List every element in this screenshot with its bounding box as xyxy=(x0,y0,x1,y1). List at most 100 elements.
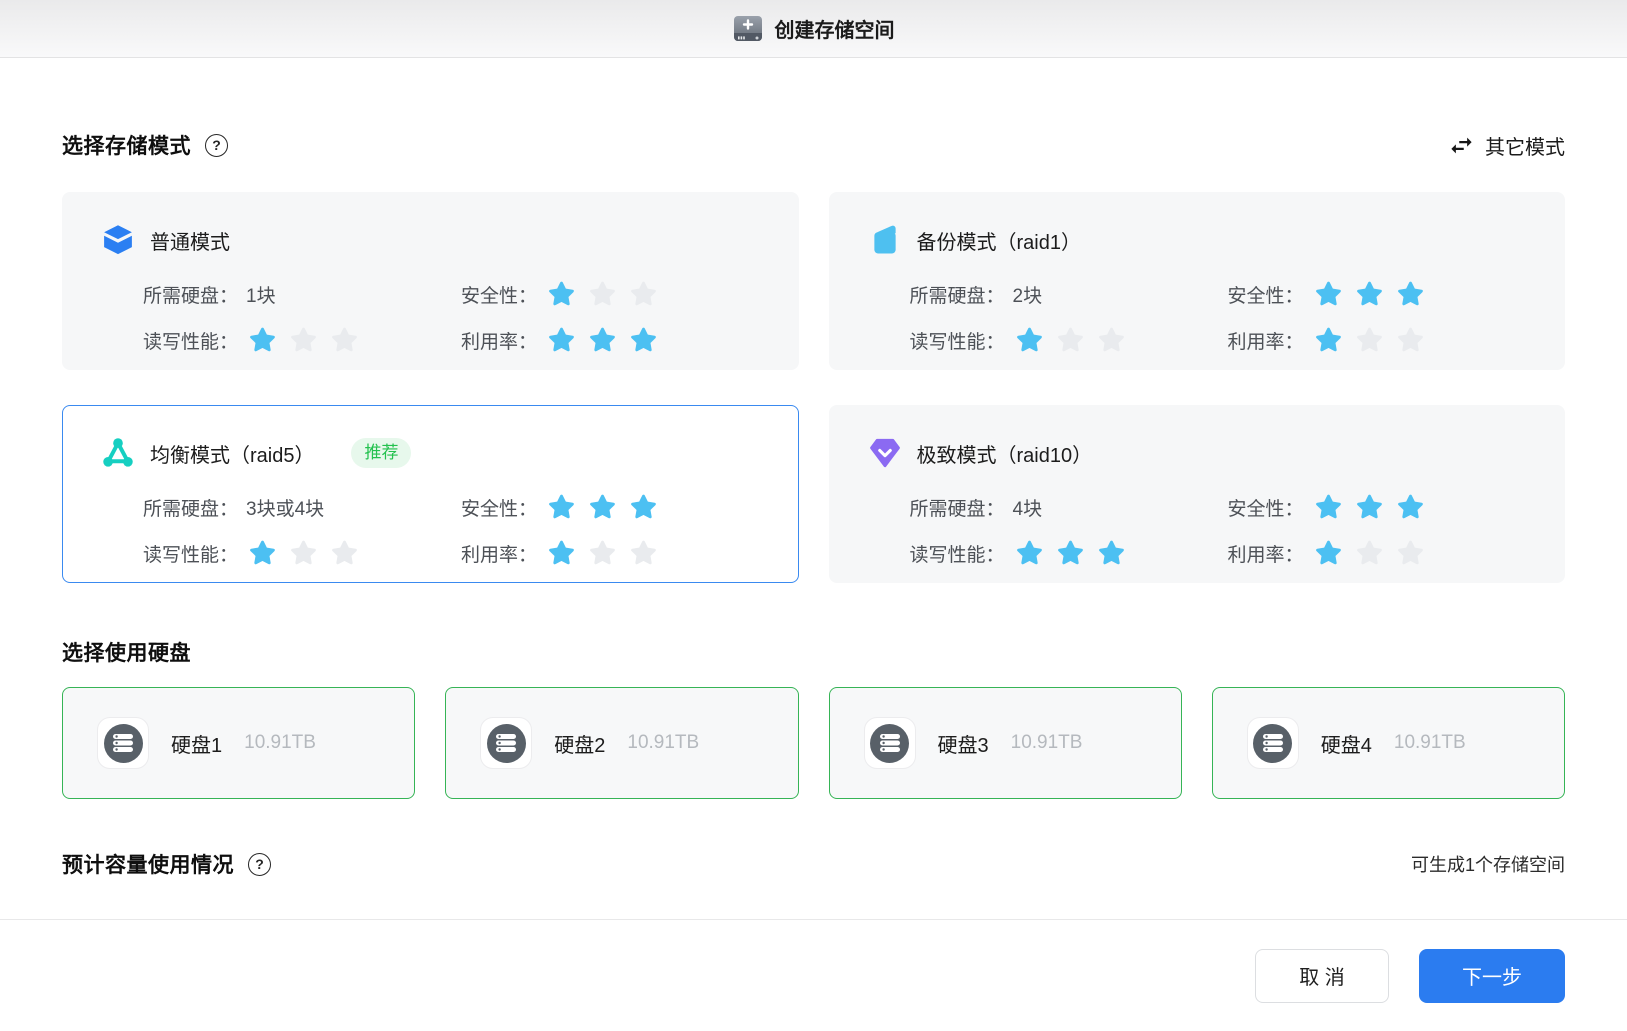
security-label: 安全性： xyxy=(461,498,538,520)
disk-card-1[interactable]: 硬盘1 10.91TB xyxy=(62,687,416,799)
dialog-footer: 取 消 下一步 xyxy=(0,919,1627,1031)
mode-title: 备份模式（raid1） xyxy=(916,231,1081,254)
cube-icon xyxy=(101,223,135,257)
create-storage-dialog: 创建存储空间 选择存储模式 ? 其它模式 普通模式 所需硬盘： 1块 安全性： … xyxy=(0,0,1627,1031)
gem-icon xyxy=(868,436,902,470)
utilization-label: 利用率： xyxy=(461,544,538,566)
star-icon xyxy=(547,280,576,308)
utilization-rating-stars xyxy=(1314,539,1425,567)
next-button[interactable]: 下一步 xyxy=(1419,948,1565,1003)
star-icon xyxy=(547,493,576,521)
disks-section-header: 选择使用硬盘 xyxy=(62,637,1565,667)
star-icon xyxy=(1097,539,1126,567)
star-icon xyxy=(1396,493,1425,521)
utilization-rating-stars xyxy=(547,326,658,354)
star-icon xyxy=(588,326,617,354)
star-icon xyxy=(1355,280,1384,308)
security-label: 安全性： xyxy=(1227,285,1304,307)
performance-label: 读写性能： xyxy=(909,544,1005,566)
star-icon xyxy=(1314,539,1343,567)
star-icon xyxy=(248,539,277,567)
mode-card-extreme-raid10[interactable]: 极致模式（raid10） 所需硬盘： 4块 安全性： 读写性能： 利用率： xyxy=(828,405,1565,583)
star-icon xyxy=(1015,326,1044,354)
star-icon xyxy=(330,326,359,354)
disk-size: 10.91TB xyxy=(1393,732,1466,753)
recommended-badge: 推荐 xyxy=(351,438,412,468)
star-icon xyxy=(1355,539,1384,567)
utilization-rating-stars xyxy=(547,539,658,567)
star-icon xyxy=(1314,280,1343,308)
disk-name: 硬盘4 xyxy=(1320,734,1372,757)
mode-title: 极致模式（raid10） xyxy=(916,444,1093,467)
security-rating-stars xyxy=(547,280,658,308)
disk-size: 10.91TB xyxy=(1010,732,1083,753)
disk-icon xyxy=(863,717,916,769)
help-icon[interactable]: ? xyxy=(248,852,271,876)
other-modes-button[interactable]: 其它模式 xyxy=(1448,131,1565,160)
other-modes-label: 其它模式 xyxy=(1485,136,1565,159)
dialog-title: 创建存储空间 xyxy=(774,20,895,42)
disk-cards: 硬盘1 10.91TB 硬盘2 10.91TB 硬盘3 10.91TB 硬盘4 … xyxy=(62,687,1565,799)
disk-card-3[interactable]: 硬盘3 10.91TB xyxy=(828,687,1182,799)
disks-label: 所需硬盘： xyxy=(909,498,1005,520)
help-icon[interactable]: ? xyxy=(205,133,228,157)
disks-value: 4块 xyxy=(1012,498,1043,520)
star-icon xyxy=(1355,326,1384,354)
disk-icon xyxy=(97,717,149,769)
copy-icon xyxy=(868,223,902,257)
star-icon xyxy=(1396,280,1425,308)
drive-add-icon xyxy=(733,15,763,43)
network-icon xyxy=(101,436,135,470)
star-icon xyxy=(1396,326,1425,354)
star-icon xyxy=(248,326,277,354)
security-rating-stars xyxy=(547,493,658,521)
disk-name: 硬盘1 xyxy=(171,734,223,757)
star-icon xyxy=(1056,539,1085,567)
star-icon xyxy=(1314,493,1343,521)
disk-size: 10.91TB xyxy=(627,732,700,753)
star-icon xyxy=(588,539,617,567)
swap-icon xyxy=(1448,132,1475,159)
utilization-label: 利用率： xyxy=(1227,544,1304,566)
modes-section-title: 选择存储模式 xyxy=(62,135,191,158)
star-icon xyxy=(1056,326,1085,354)
star-icon xyxy=(629,326,658,354)
capacity-section-title: 预计容量使用情况 xyxy=(62,854,234,877)
security-label: 安全性： xyxy=(461,285,538,307)
disks-section-title: 选择使用硬盘 xyxy=(62,642,191,665)
security-rating-stars xyxy=(1314,280,1425,308)
utilization-rating-stars xyxy=(1314,326,1425,354)
disk-card-2[interactable]: 硬盘2 10.91TB xyxy=(445,687,799,799)
mode-card-backup-raid1[interactable]: 备份模式（raid1） 所需硬盘： 2块 安全性： 读写性能： 利用率： xyxy=(828,192,1565,370)
security-label: 安全性： xyxy=(1227,498,1304,520)
star-icon xyxy=(588,280,617,308)
star-icon xyxy=(289,539,318,567)
star-icon xyxy=(547,326,576,354)
disks-label: 所需硬盘： xyxy=(143,498,239,520)
disk-icon xyxy=(480,717,533,769)
star-icon xyxy=(547,539,576,567)
cancel-button[interactable]: 取 消 xyxy=(1255,948,1389,1003)
disk-icon xyxy=(1246,717,1299,769)
star-icon xyxy=(289,326,318,354)
disks-label: 所需硬盘： xyxy=(143,285,239,307)
mode-title: 普通模式 xyxy=(150,231,230,254)
modes-section-header: 选择存储模式 ? 其它模式 xyxy=(62,130,1565,160)
performance-rating-stars xyxy=(1015,539,1126,567)
star-icon xyxy=(1097,326,1126,354)
star-icon xyxy=(629,493,658,521)
performance-rating-stars xyxy=(248,539,359,567)
disk-card-4[interactable]: 硬盘4 10.91TB xyxy=(1211,687,1565,799)
capacity-section-header: 预计容量使用情况 ? 可生成1个存储空间 xyxy=(62,849,1565,879)
star-icon xyxy=(1314,326,1343,354)
disk-name: 硬盘3 xyxy=(937,734,989,757)
mode-card-normal[interactable]: 普通模式 所需硬盘： 1块 安全性： 读写性能： 利用率： xyxy=(62,192,799,370)
disks-value: 3块或4块 xyxy=(246,498,325,520)
disk-name: 硬盘2 xyxy=(554,734,606,757)
star-icon xyxy=(629,280,658,308)
disks-label: 所需硬盘： xyxy=(909,285,1005,307)
security-rating-stars xyxy=(1314,493,1425,521)
star-icon xyxy=(588,493,617,521)
performance-label: 读写性能： xyxy=(143,544,239,566)
mode-card-balanced-raid5[interactable]: 均衡模式（raid5） 推荐 所需硬盘： 3块或4块 安全性： 读写性能： 利用率… xyxy=(62,405,799,583)
